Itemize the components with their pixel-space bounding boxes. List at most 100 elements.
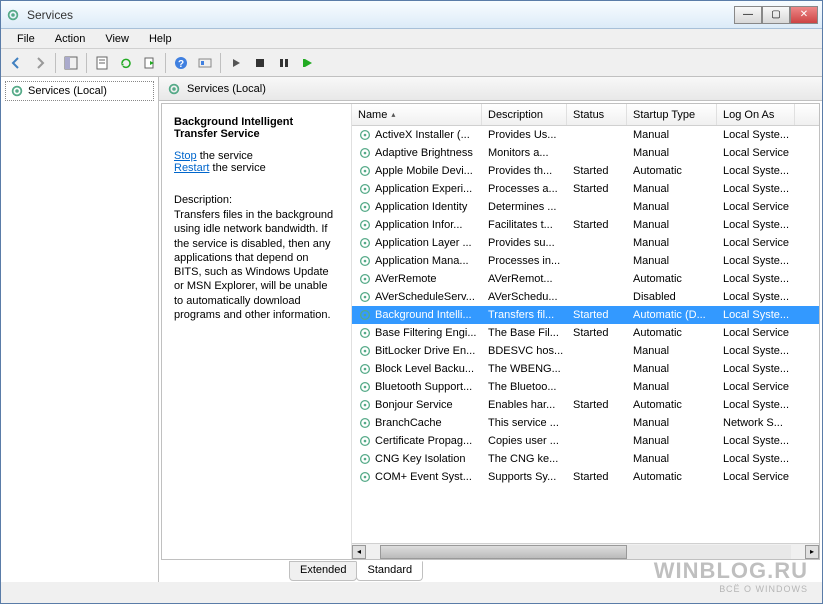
cell-name: Base Filtering Engi... (352, 325, 482, 341)
table-row[interactable]: Block Level Backu...The WBENG...ManualLo… (352, 360, 819, 378)
scroll-track[interactable] (380, 545, 791, 559)
table-row[interactable]: AVerRemoteAVerRemot...AutomaticLocal Sys… (352, 270, 819, 288)
scroll-left-button[interactable]: ◂ (352, 545, 366, 559)
horizontal-scrollbar[interactable]: ◂ ▸ (352, 543, 819, 559)
table-row[interactable]: Background Intelli...Transfers fil...Sta… (352, 306, 819, 324)
table-row[interactable]: Adaptive BrightnessMonitors a...ManualLo… (352, 144, 819, 162)
table-row[interactable]: Application Experi...Processes a...Start… (352, 180, 819, 198)
cell-startup: Automatic (627, 272, 717, 286)
watermark-big: WINBLOG.RU (654, 558, 808, 584)
menu-view[interactable]: View (95, 31, 139, 47)
stop-button[interactable] (249, 52, 271, 74)
cell-desc: Facilitates t... (482, 218, 567, 232)
window-title: Services (27, 8, 734, 22)
restart-link-line: Restart the service (174, 162, 339, 174)
menu-file[interactable]: File (7, 31, 45, 47)
minimize-button[interactable]: — (734, 6, 762, 24)
table-row[interactable]: BitLocker Drive En...BDESVC hos... Manual… (352, 342, 819, 360)
tab-extended[interactable]: Extended (289, 561, 357, 581)
cell-startup: Automatic (627, 164, 717, 178)
table-row[interactable]: Certificate Propag...Copies user ...Manu… (352, 432, 819, 450)
cell-status (567, 386, 627, 388)
cell-status (567, 440, 627, 442)
tree-pane: Services (Local) (1, 77, 159, 582)
cell-name: Block Level Backu... (352, 361, 482, 377)
stop-text: the service (197, 150, 253, 162)
col-desc[interactable]: Description (482, 104, 567, 125)
cell-logon: Local Service (717, 380, 795, 394)
tab-standard[interactable]: Standard (356, 561, 423, 581)
cell-status (567, 242, 627, 244)
cell-desc: Provides su... (482, 236, 567, 250)
back-button[interactable] (5, 52, 27, 74)
table-row[interactable]: AVerScheduleServ...AVerSchedu...Disabled… (352, 288, 819, 306)
table-row[interactable]: BranchCacheThis service ...ManualNetwork… (352, 414, 819, 432)
col-logon[interactable]: Log On As (717, 104, 795, 125)
refresh-button[interactable] (115, 52, 137, 74)
cell-name: CNG Key Isolation (352, 451, 482, 467)
cell-status (567, 422, 627, 424)
cell-name: BranchCache (352, 415, 482, 431)
cell-logon: Local Syste... (717, 452, 795, 466)
close-button[interactable]: ✕ (790, 6, 818, 24)
table-row[interactable]: COM+ Event Syst...Supports Sy...StartedA… (352, 468, 819, 486)
cell-logon: Local Syste... (717, 182, 795, 196)
col-startup[interactable]: Startup Type (627, 104, 717, 125)
cell-name: Apple Mobile Devi... (352, 163, 482, 179)
cell-desc: The WBENG... (482, 362, 567, 376)
cell-desc: BDESVC hos... (482, 344, 567, 358)
cell-logon: Local Syste... (717, 218, 795, 232)
cell-status (567, 152, 627, 154)
cell-startup: Manual (627, 416, 717, 430)
stop-link[interactable]: Stop (174, 150, 197, 162)
cell-startup: Automatic (627, 398, 717, 412)
table-row[interactable]: Application IdentityDetermines ...Manual… (352, 198, 819, 216)
col-name[interactable]: Name (352, 104, 482, 125)
table-row[interactable]: Application Layer ...Provides su...Manua… (352, 234, 819, 252)
scroll-right-button[interactable]: ▸ (805, 545, 819, 559)
table-row[interactable]: CNG Key IsolationThe CNG ke...ManualLoca… (352, 450, 819, 468)
cell-status: Started (567, 182, 627, 196)
cell-logon: Network S... (717, 416, 795, 430)
cell-startup: Manual (627, 254, 717, 268)
action-button[interactable] (194, 52, 216, 74)
table-row[interactable]: Bluetooth Support...The Bluetoo...Manual… (352, 378, 819, 396)
cell-startup: Automatic (627, 470, 717, 484)
maximize-button[interactable]: ▢ (762, 6, 790, 24)
restart-link[interactable]: Restart (174, 162, 209, 174)
list-header: Name Description Status Startup Type Log… (352, 104, 819, 126)
pause-button[interactable] (273, 52, 295, 74)
properties-button[interactable] (91, 52, 113, 74)
show-hide-tree-button[interactable] (60, 52, 82, 74)
help-button[interactable]: ? (170, 52, 192, 74)
cell-status (567, 458, 627, 460)
forward-button[interactable] (29, 52, 51, 74)
menu-help[interactable]: Help (139, 31, 182, 47)
start-button[interactable] (225, 52, 247, 74)
cell-status: Started (567, 326, 627, 340)
table-row[interactable]: Bonjour ServiceEnables har...StartedAuto… (352, 396, 819, 414)
cell-name: Bluetooth Support... (352, 379, 482, 395)
cell-name: Application Infor... (352, 217, 482, 233)
col-status[interactable]: Status (567, 104, 627, 125)
restart-button[interactable] (297, 52, 319, 74)
cell-startup: Disabled (627, 290, 717, 304)
table-row[interactable]: Apple Mobile Devi...Provides th...Starte… (352, 162, 819, 180)
table-row[interactable]: Application Mana...Processes in...Manual… (352, 252, 819, 270)
cell-status (567, 368, 627, 370)
menu-action[interactable]: Action (45, 31, 96, 47)
tree-root[interactable]: Services (Local) (5, 81, 154, 101)
table-row[interactable]: ActiveX Installer (...Provides Us...Manu… (352, 126, 819, 144)
table-row[interactable]: Application Infor...Facilitates t...Star… (352, 216, 819, 234)
titlebar[interactable]: Services — ▢ ✕ (1, 1, 822, 29)
table-row[interactable]: Base Filtering Engi...The Base Fil...Sta… (352, 324, 819, 342)
cell-name: BitLocker Drive En... (352, 343, 482, 359)
cell-name: ActiveX Installer (... (352, 127, 482, 143)
services-list: Name Description Status Startup Type Log… (352, 104, 819, 559)
cell-logon: Local Service (717, 236, 795, 250)
cell-startup: Manual (627, 344, 717, 358)
list-body[interactable]: ActiveX Installer (...Provides Us...Manu… (352, 126, 819, 543)
detail-body: Background Intelligent Transfer Service … (161, 103, 820, 560)
export-button[interactable] (139, 52, 161, 74)
scroll-thumb[interactable] (380, 545, 627, 559)
